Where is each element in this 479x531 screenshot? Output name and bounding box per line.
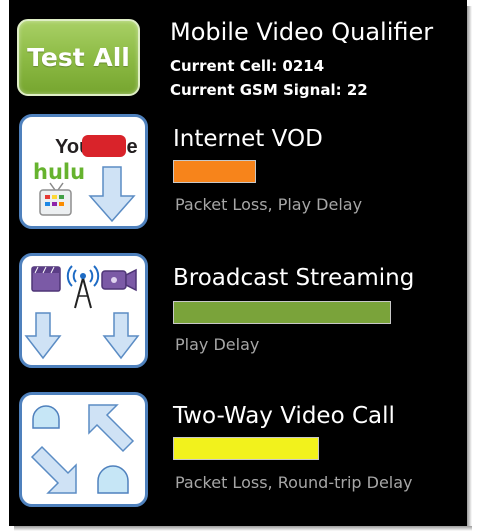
person-head-icon — [32, 405, 60, 429]
quality-bar — [173, 160, 256, 183]
service-title: Internet VOD — [173, 126, 323, 152]
service-metrics: Packet Loss, Play Delay — [175, 195, 363, 214]
window-shadow-right — [467, 6, 472, 526]
tv-icon — [39, 182, 72, 216]
test-all-label: Test All — [27, 43, 130, 72]
quality-bar — [173, 301, 391, 324]
service-title: Two-Way Video Call — [173, 403, 395, 429]
page-title: Mobile Video Qualifier — [170, 18, 434, 46]
hulu-logo: hulu — [33, 160, 85, 184]
arrow-down-icon — [102, 312, 140, 360]
service-title: Broadcast Streaming — [173, 265, 415, 291]
arrow-up-left-icon — [88, 404, 135, 453]
broadcast-streaming-tile[interactable] — [19, 253, 148, 368]
current-signal-text: Current GSM Signal: 22 — [170, 81, 368, 99]
arrow-down-icon — [88, 166, 136, 223]
broadcast-tower-icon — [66, 265, 100, 309]
two-way-video-call-tile[interactable] — [19, 392, 148, 507]
quality-bar — [173, 437, 319, 460]
service-metrics: Packet Loss, Round-trip Delay — [175, 473, 413, 492]
window-shadow-bottom — [14, 526, 472, 531]
test-all-button[interactable]: Test All — [17, 19, 140, 96]
internet-vod-tile[interactable]: YouTube hulu — [19, 114, 148, 229]
current-cell-text: Current Cell: 0214 — [170, 57, 325, 75]
youtube-logo: YouTube — [55, 135, 138, 158]
service-metrics: Play Delay — [175, 335, 260, 354]
film-clip-icon — [31, 266, 61, 292]
video-camera-icon — [101, 268, 137, 292]
person-head-icon — [97, 465, 129, 494]
arrow-down-icon — [24, 312, 62, 360]
arrow-down-right-icon — [30, 445, 77, 494]
